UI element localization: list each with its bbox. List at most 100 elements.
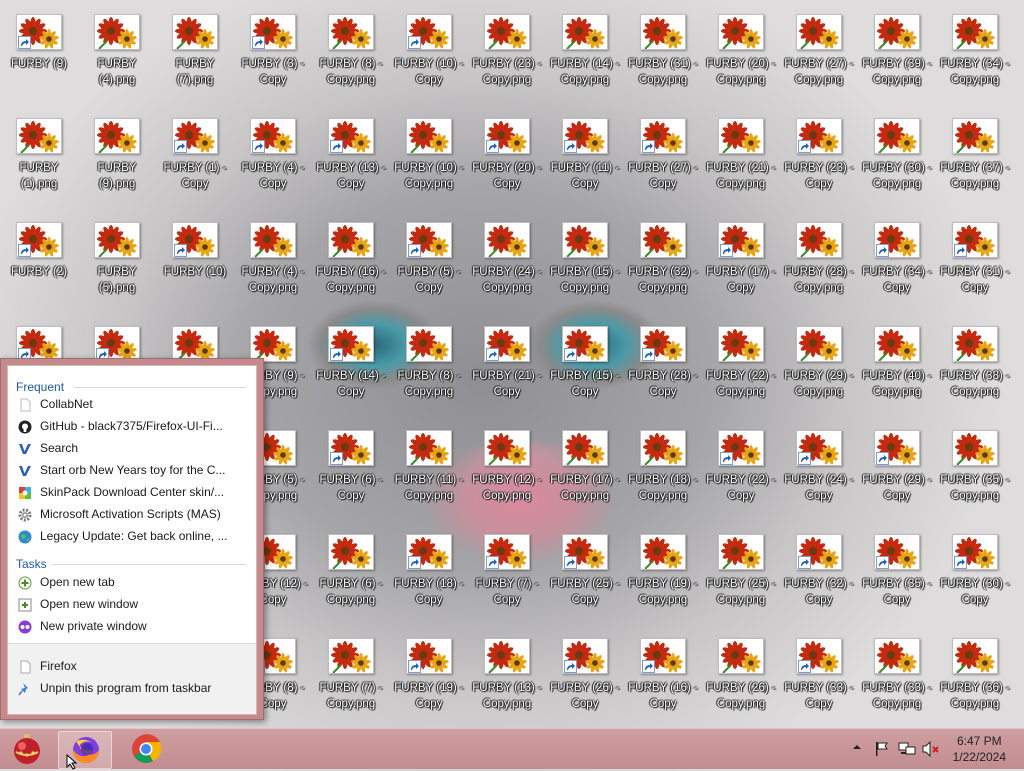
- image-file-icon: [562, 534, 608, 570]
- desktop-icon[interactable]: FURBY (21) - Copy.png: [702, 118, 780, 218]
- desktop-icon[interactable]: FURBY (6) - Copy.png: [312, 534, 390, 634]
- desktop-icon[interactable]: FURBY (31) - Copy: [936, 222, 1014, 322]
- desktop-icon[interactable]: FURBY (34) - Copy.png: [936, 14, 1014, 114]
- desktop-icon[interactable]: FURBY (30) - Copy: [936, 534, 1014, 634]
- desktop-icon[interactable]: FURBY (36) - Copy.png: [936, 638, 1014, 738]
- desktop-icon[interactable]: FURBY (29) - Copy.png: [780, 326, 858, 426]
- desktop-icon[interactable]: FURBY (16) - Copy.png: [312, 222, 390, 322]
- desktop-icon[interactable]: FURBY (2): [0, 222, 78, 322]
- desktop-icon-label: FURBY (26) - Copy: [550, 682, 620, 710]
- desktop-icon[interactable]: FURBY (28) - Copy: [624, 326, 702, 426]
- desktop-icon[interactable]: FURBY (10) - Copy.png: [390, 118, 468, 218]
- desktop-icon[interactable]: FURBY (24) - Copy: [780, 430, 858, 530]
- desktop-icon[interactable]: FURBY (17) - Copy.png: [546, 430, 624, 530]
- desktop-icon[interactable]: FURBY (26) - Copy: [546, 638, 624, 738]
- desktop-icon[interactable]: FURBY (22) - Copy.png: [702, 326, 780, 426]
- desktop-icon[interactable]: FURBY (28) - Copy.png: [780, 222, 858, 322]
- show-hidden-icons-button[interactable]: [852, 741, 862, 755]
- desktop-icon[interactable]: FURBY (4).png: [78, 14, 156, 114]
- desktop-icon[interactable]: FURBY (24) - Copy.png: [468, 222, 546, 322]
- desktop-icon[interactable]: FURBY (35) - Copy: [858, 534, 936, 634]
- desktop-icon[interactable]: FURBY (30) - Copy.png: [858, 118, 936, 218]
- desktop-icon[interactable]: FURBY (17) - Copy: [702, 222, 780, 322]
- desktop-icon[interactable]: FURBY (33) - Copy: [780, 638, 858, 738]
- desktop-icon[interactable]: FURBY (9): [0, 14, 78, 114]
- desktop-icon[interactable]: FURBY (18) - Copy: [390, 534, 468, 634]
- desktop-icon[interactable]: FURBY (20) - Copy.png: [702, 14, 780, 114]
- frequent-item[interactable]: Microsoft Activation Scripts (MAS): [16, 503, 248, 525]
- volume-button[interactable]: [922, 740, 940, 760]
- desktop-icon[interactable]: FURBY (14) - Copy: [312, 326, 390, 426]
- frequent-item[interactable]: CollabNet: [16, 393, 248, 415]
- desktop-icon[interactable]: FURBY (16) - Copy: [624, 638, 702, 738]
- desktop-icon[interactable]: FURBY (7).png: [156, 14, 234, 114]
- task-item-label: New private window: [40, 619, 147, 633]
- desktop-icon[interactable]: FURBY (27) - Copy.png: [780, 14, 858, 114]
- frequent-item[interactable]: Legacy Update: Get back online, ...: [16, 525, 248, 547]
- desktop-icon[interactable]: FURBY (25) - Copy.png: [702, 534, 780, 634]
- desktop-icon[interactable]: FURBY (11) - Copy: [546, 118, 624, 218]
- desktop-icon[interactable]: FURBY (34) - Copy: [858, 222, 936, 322]
- frequent-item[interactable]: Start orb New Years toy for the C...: [16, 459, 248, 481]
- frequent-item[interactable]: GitHub - black7375/Firefox-UI-Fi...: [16, 415, 248, 437]
- start-button[interactable]: [10, 732, 44, 766]
- desktop-icon[interactable]: FURBY (40) - Copy.png: [858, 326, 936, 426]
- frequent-item[interactable]: Search: [16, 437, 248, 459]
- desktop-icon[interactable]: FURBY (10) - Copy: [390, 14, 468, 114]
- desktop-icon[interactable]: FURBY (21) - Copy: [468, 326, 546, 426]
- desktop-icon[interactable]: FURBY (19) - Copy.png: [624, 534, 702, 634]
- desktop-icon[interactable]: FURBY (7) - Copy.png: [312, 638, 390, 738]
- action-center-flag-button[interactable]: [874, 741, 890, 760]
- desktop-icon[interactable]: FURBY (1) - Copy: [156, 118, 234, 218]
- desktop-icon[interactable]: FURBY (9).png: [78, 118, 156, 218]
- desktop-icon[interactable]: FURBY (19) - Copy: [390, 638, 468, 738]
- desktop-icon[interactable]: FURBY (33) - Copy.png: [858, 638, 936, 738]
- taskbar-chrome-button[interactable]: [120, 731, 172, 767]
- network-button[interactable]: [898, 741, 916, 760]
- desktop-icon[interactable]: FURBY (13) - Copy.png: [468, 638, 546, 738]
- desktop-icon[interactable]: FURBY (6) - Copy: [312, 430, 390, 530]
- desktop-icon[interactable]: FURBY (35) - Copy.png: [936, 430, 1014, 530]
- footer-item[interactable]: Firefox: [16, 655, 248, 677]
- desktop-icon[interactable]: FURBY (5) - Copy: [390, 222, 468, 322]
- desktop-icon[interactable]: FURBY (11) - Copy.png: [390, 430, 468, 530]
- task-item-label: Open new tab: [40, 575, 115, 589]
- desktop-icon[interactable]: FURBY (1).png: [0, 118, 78, 218]
- clock[interactable]: 6:47 PM 1/22/2024: [953, 733, 1006, 765]
- frequent-item-label: Legacy Update: Get back online, ...: [40, 529, 228, 543]
- desktop-icon[interactable]: FURBY (22) - Copy: [702, 430, 780, 530]
- desktop-icon[interactable]: FURBY (15) - Copy: [546, 326, 624, 426]
- desktop-icon[interactable]: FURBY (18) - Copy.png: [624, 430, 702, 530]
- desktop-icon[interactable]: FURBY (3) - Copy: [234, 14, 312, 114]
- desktop-icon[interactable]: FURBY (20) - Copy: [468, 118, 546, 218]
- desktop-icon[interactable]: FURBY (31) - Copy.png: [624, 14, 702, 114]
- task-item[interactable]: New private window: [16, 615, 248, 637]
- desktop-icon[interactable]: FURBY (32) - Copy.png: [624, 222, 702, 322]
- desktop-icon[interactable]: FURBY (25) - Copy: [546, 534, 624, 634]
- desktop-icon[interactable]: FURBY (4) - Copy: [234, 118, 312, 218]
- desktop-icon[interactable]: FURBY (37) - Copy.png: [936, 118, 1014, 218]
- desktop-icon[interactable]: FURBY (13) - Copy: [312, 118, 390, 218]
- desktop-icon[interactable]: FURBY (12) - Copy.png: [468, 430, 546, 530]
- desktop-icon[interactable]: FURBY (15) - Copy.png: [546, 222, 624, 322]
- task-item[interactable]: Open new tab: [16, 571, 248, 593]
- desktop-icon[interactable]: FURBY (32) - Copy: [780, 534, 858, 634]
- desktop-icon[interactable]: FURBY (10): [156, 222, 234, 322]
- desktop-icon[interactable]: FURBY (7) - Copy: [468, 534, 546, 634]
- desktop-icon[interactable]: FURBY (8) - Copy.png: [390, 326, 468, 426]
- desktop-icon[interactable]: FURBY (23) - Copy: [780, 118, 858, 218]
- desktop-icon[interactable]: FURBY (8) - Copy.png: [312, 14, 390, 114]
- footer-item[interactable]: Unpin this program from taskbar: [16, 677, 248, 699]
- desktop-icon[interactable]: FURBY (23) - Copy.png: [468, 14, 546, 114]
- desktop-icon[interactable]: FURBY (14) - Copy.png: [546, 14, 624, 114]
- frequent-item[interactable]: SkinPack Download Center skin/...: [16, 481, 248, 503]
- desktop-icon[interactable]: FURBY (38) - Copy.png: [936, 326, 1014, 426]
- desktop-icon[interactable]: FURBY (26) - Copy.png: [702, 638, 780, 738]
- task-item[interactable]: Open new window: [16, 593, 248, 615]
- desktop-icon[interactable]: FURBY (39) - Copy.png: [858, 14, 936, 114]
- desktop-icon[interactable]: FURBY (29) - Copy: [858, 430, 936, 530]
- desktop-icon[interactable]: FURBY (4) - Copy.png: [234, 222, 312, 322]
- desktop-icon[interactable]: FURBY (27) - Copy: [624, 118, 702, 218]
- vs-icon: [18, 463, 32, 477]
- desktop-icon[interactable]: FURBY (5).png: [78, 222, 156, 322]
